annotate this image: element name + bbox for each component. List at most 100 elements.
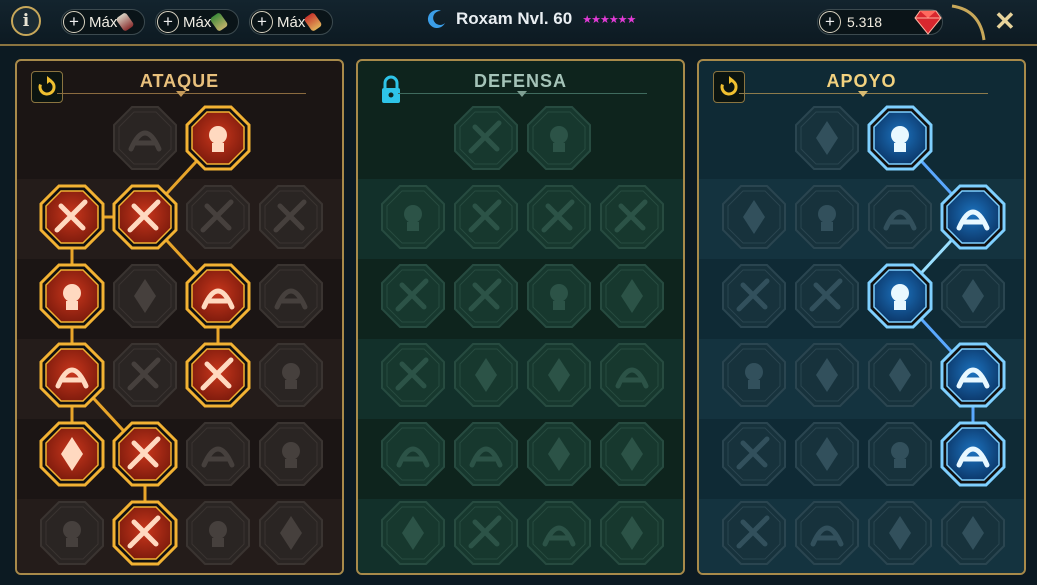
boomerang-icon	[600, 422, 664, 486]
star-rating: ★★★★★★	[582, 13, 636, 26]
mastery-node[interactable]	[453, 263, 519, 329]
close-button[interactable]: ✕	[994, 6, 1016, 37]
mage-icon	[722, 264, 786, 328]
axe-chop-icon	[185, 342, 251, 408]
chevron-down-icon	[858, 91, 868, 97]
mastery-node[interactable]	[526, 342, 592, 408]
add-icon[interactable]: +	[157, 11, 179, 33]
info-button[interactable]: i	[11, 6, 41, 36]
mastery-node[interactable]	[721, 421, 787, 487]
scroll-resource-3[interactable]: + Máx	[249, 9, 333, 35]
mastery-node[interactable]	[39, 342, 105, 408]
mastery-node[interactable]	[599, 184, 665, 250]
mastery-node[interactable]	[258, 342, 324, 408]
gem-amount: 5.318	[847, 14, 883, 30]
mastery-node[interactable]	[112, 421, 178, 487]
mastery-node[interactable]	[112, 263, 178, 329]
mastery-node[interactable]	[39, 500, 105, 566]
mastery-node[interactable]	[526, 105, 592, 171]
dash-boot-icon	[795, 422, 859, 486]
mastery-node[interactable]	[794, 263, 860, 329]
drop-blade-icon	[39, 342, 105, 408]
mastery-node[interactable]	[185, 421, 251, 487]
mastery-node[interactable]	[867, 105, 933, 171]
red-gem-icon	[914, 10, 942, 35]
mastery-node[interactable]	[940, 342, 1006, 408]
mastery-node[interactable]	[526, 263, 592, 329]
mastery-node[interactable]	[380, 184, 446, 250]
mastery-node[interactable]	[794, 105, 860, 171]
mastery-node[interactable]	[940, 421, 1006, 487]
mastery-node[interactable]	[380, 342, 446, 408]
mastery-node[interactable]	[185, 263, 251, 329]
mastery-node[interactable]	[39, 421, 105, 487]
mastery-node[interactable]	[794, 342, 860, 408]
mastery-node[interactable]	[453, 421, 519, 487]
scroll-resource-2[interactable]: + Máx	[155, 9, 239, 35]
mastery-node[interactable]	[867, 263, 933, 329]
mastery-node[interactable]	[258, 263, 324, 329]
mastery-node[interactable]	[940, 500, 1006, 566]
speed-hand-icon	[940, 184, 1006, 250]
mastery-node[interactable]	[599, 421, 665, 487]
mastery-node[interactable]	[526, 184, 592, 250]
mastery-node[interactable]	[112, 342, 178, 408]
mastery-node[interactable]	[185, 184, 251, 250]
mastery-node[interactable]	[526, 500, 592, 566]
heart-sparkle-icon	[795, 106, 859, 170]
mastery-node[interactable]	[380, 263, 446, 329]
mastery-node[interactable]	[867, 421, 933, 487]
mastery-node[interactable]	[185, 342, 251, 408]
resource-label: Máx	[277, 13, 306, 31]
scroll-icon	[303, 10, 323, 34]
mastery-node[interactable]	[453, 500, 519, 566]
skull-helm-icon	[795, 501, 859, 565]
mastery-node[interactable]	[599, 263, 665, 329]
mastery-node[interactable]	[112, 184, 178, 250]
add-icon[interactable]: +	[819, 11, 841, 33]
mastery-node[interactable]	[794, 500, 860, 566]
mastery-node[interactable]	[258, 500, 324, 566]
shield-ring-icon	[795, 185, 859, 249]
scroll-resource-1[interactable]: + Máx	[61, 9, 145, 35]
skull-fire-icon	[868, 185, 932, 249]
spellbook-icon	[868, 343, 932, 407]
mastery-node[interactable]	[112, 105, 178, 171]
scythe-icon	[259, 264, 323, 328]
mastery-node[interactable]	[721, 184, 787, 250]
mastery-node[interactable]	[526, 421, 592, 487]
add-icon[interactable]: +	[251, 11, 273, 33]
mastery-node[interactable]	[453, 184, 519, 250]
mastery-node[interactable]	[867, 184, 933, 250]
mastery-node[interactable]	[380, 421, 446, 487]
cyclone-icon	[867, 105, 933, 171]
eye-icon	[868, 422, 932, 486]
add-icon[interactable]: +	[63, 11, 85, 33]
mastery-node[interactable]	[258, 184, 324, 250]
chain-heart-icon	[722, 343, 786, 407]
mastery-node[interactable]	[185, 500, 251, 566]
mastery-node[interactable]	[940, 263, 1006, 329]
mastery-node[interactable]	[185, 105, 251, 171]
mastery-node[interactable]	[721, 263, 787, 329]
mastery-node[interactable]	[39, 263, 105, 329]
mastery-node[interactable]	[599, 500, 665, 566]
mastery-node[interactable]	[599, 342, 665, 408]
spartan-skull-icon	[259, 501, 323, 565]
mastery-node[interactable]	[380, 500, 446, 566]
mastery-node[interactable]	[721, 500, 787, 566]
mastery-node[interactable]	[867, 342, 933, 408]
mastery-node[interactable]	[721, 342, 787, 408]
mastery-node[interactable]	[39, 184, 105, 250]
mastery-node[interactable]	[794, 421, 860, 487]
mastery-node[interactable]	[258, 421, 324, 487]
mastery-node[interactable]	[794, 184, 860, 250]
mastery-node[interactable]	[940, 184, 1006, 250]
mastery-node[interactable]	[112, 500, 178, 566]
shield-icon	[186, 422, 250, 486]
mastery-node[interactable]	[453, 105, 519, 171]
lightning-shield-icon	[795, 264, 859, 328]
mastery-node[interactable]	[867, 500, 933, 566]
shatter-icon	[867, 263, 933, 329]
mastery-node[interactable]	[453, 342, 519, 408]
